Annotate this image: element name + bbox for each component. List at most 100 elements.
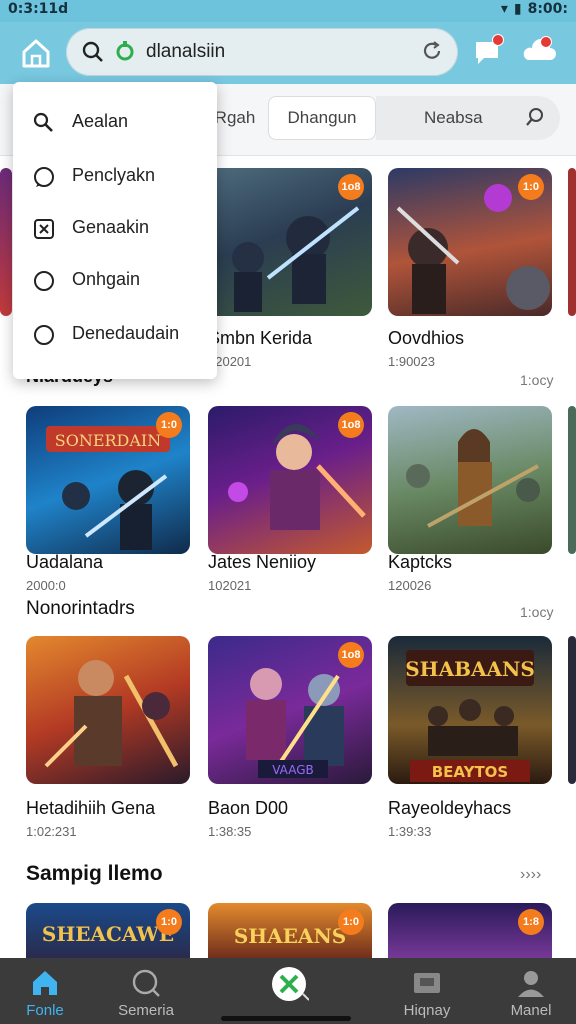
game-title: Oovdhios (388, 328, 465, 348)
home-icon (22, 39, 50, 68)
alert-badge (540, 36, 552, 48)
filter-chip-dhangun[interactable]: Dhangun (268, 96, 376, 140)
nav-profile[interactable]: Manel (486, 966, 576, 1022)
search-bar[interactable]: dlanalsiin (66, 28, 458, 76)
game-subtitle: 1:38:35 (208, 824, 252, 839)
refresh-icon (423, 41, 441, 59)
game-icon (116, 41, 134, 61)
svg-text:BEAYTOS: BEAYTOS (432, 763, 509, 781)
game-card[interactable]: 1:8 (388, 903, 552, 961)
game-subtitle: 2000:0 (26, 578, 66, 593)
menu-item-label: Genaakin (72, 217, 150, 237)
profile-icon (518, 971, 544, 997)
menu-item-onhgain[interactable]: Onhgain (13, 254, 217, 306)
game-thumbnail (26, 636, 190, 784)
game-card[interactable]: SHAEANS 1:0 (208, 903, 372, 961)
home-icon (33, 971, 57, 995)
badge: 1:8 (518, 909, 544, 935)
game-card[interactable]: Kaptcks 120026 (388, 406, 552, 593)
search-icon (526, 108, 543, 126)
badge: 1o8 (338, 412, 364, 438)
search-query[interactable]: dlanalsiin (146, 41, 225, 63)
nav-history[interactable]: Hiqnay (382, 966, 472, 1022)
game-thumbnail: SHABAANS BEAYTOS (388, 636, 552, 784)
game-title: Jates Neniioy (208, 552, 317, 572)
chat-button[interactable] (470, 34, 506, 70)
game-card[interactable] (568, 406, 576, 554)
home-indicator (221, 1016, 351, 1021)
nav-history-label: Hiqnay (403, 1002, 451, 1019)
game-card[interactable] (568, 636, 576, 784)
menu-item-penclyakn[interactable]: Penclyakn (13, 150, 217, 202)
signal-icon: ▮ (513, 1, 522, 17)
game-card[interactable]: VAAGB 1o8 Baon D00 1:38:35 (208, 636, 372, 839)
game-subtitle: 1:02:231 (26, 824, 77, 839)
game-card[interactable]: SHEACAWE 1:0 (26, 903, 190, 961)
nav-search[interactable]: Semeria (101, 966, 191, 1022)
game-subtitle: 120026 (388, 578, 432, 593)
menu-item-label: Penclyakn (72, 165, 156, 185)
circle-icon (34, 271, 54, 291)
game-card[interactable]: 1:0 Oovdhios 1:90023 (388, 168, 552, 369)
game-title: Kaptcks (388, 552, 453, 572)
nav-home[interactable]: Fonle (0, 966, 90, 1022)
game-logo-icon (272, 967, 309, 1001)
game-controller-icon (34, 219, 54, 239)
game-card[interactable]: Hetadihiih Gena 1:02:231 (26, 636, 190, 839)
game-thumbnail: VAAGB 1o8 (208, 636, 372, 784)
game-card[interactable]: SHABAANS BEAYTOS Rayeoldeyhacs 1:39:33 (388, 636, 552, 839)
menu-item-aealan[interactable]: Aealan (13, 96, 217, 148)
filter-chip-neabsa-label: Neabsa (424, 108, 483, 127)
section-more-link[interactable]: ›››› (520, 866, 541, 884)
game-card[interactable] (0, 168, 12, 316)
badge: 1:0 (518, 174, 544, 200)
game-subtitle: 1:90023 (388, 354, 435, 369)
game-card[interactable]: SONERDAIN 1:0 Uadalana 2000:0 (26, 406, 190, 593)
filter-chip-neabsa[interactable]: Neabsa (376, 96, 560, 140)
badge: 1:0 (156, 412, 182, 438)
game-thumbnail: SHAEANS 1:0 (208, 903, 372, 961)
menu-item-denedaudain[interactable]: Denedaudain (13, 308, 217, 360)
history-icon (414, 973, 440, 993)
game-card[interactable]: 1o8 Smbn Kerida 120201 (208, 168, 372, 369)
section-more-link[interactable]: 1:ocy (520, 372, 553, 388)
game-thumbnail: 1:0 (388, 168, 552, 316)
svg-text:SHEACAWE: SHEACAWE (42, 922, 174, 946)
search-icon (33, 112, 53, 132)
game-card[interactable] (568, 168, 576, 316)
badge: 1o8 (338, 174, 364, 200)
game-card[interactable]: 1o8 Jates Neniioy 102021 (208, 406, 372, 593)
section-more-link[interactable]: 1:ocy (520, 604, 553, 620)
section-title: Nonorintadrs (26, 598, 135, 619)
game-subtitle: 1:39:33 (388, 824, 432, 839)
game-title: Smbn Kerida (208, 328, 313, 348)
svg-text:SHABAANS: SHABAANS (405, 657, 535, 681)
game-title: Baon D00 (208, 798, 289, 818)
alerts-button[interactable] (522, 34, 558, 70)
game-thumbnail: 1o8 (208, 406, 372, 554)
game-thumbnail: 1:8 (388, 903, 552, 961)
game-title: Uadalana (26, 552, 104, 572)
game-title: Rayeoldeyhacs (388, 798, 512, 818)
badge: 1:0 (338, 909, 364, 935)
game-subtitle: 102021 (208, 578, 252, 593)
badge: 1:0 (156, 909, 182, 935)
search-icon (82, 41, 103, 62)
status-time: 0:3:11d (8, 1, 69, 17)
dropdown-menu: Aealan Penclyakn Genaakin Onhgain Deneda… (13, 82, 217, 379)
status-bar: 0:3:11d ▾ ▮ 8:00: (0, 0, 576, 22)
menu-item-genaakin[interactable]: Genaakin (13, 202, 217, 254)
game-title: Hetadihiih Gena (26, 798, 156, 818)
battery-label: 8:00: (527, 1, 568, 17)
menu-item-label: Onhgain (72, 269, 141, 289)
svg-text:SHAEANS: SHAEANS (234, 924, 346, 948)
chat-bubble-icon (34, 167, 54, 187)
svg-text:VAAGB: VAAGB (272, 763, 314, 777)
game-thumbnail (388, 406, 552, 554)
menu-item-label: Denedaudain (72, 323, 180, 343)
game-thumbnail: 1o8 (208, 168, 372, 316)
game-thumbnail: SONERDAIN 1:0 (26, 406, 190, 554)
nav-center[interactable] (243, 966, 333, 1022)
bottom-navigation: Fonle Semeria Hiqnay Manel (0, 958, 576, 1024)
home-button[interactable] (16, 36, 56, 70)
